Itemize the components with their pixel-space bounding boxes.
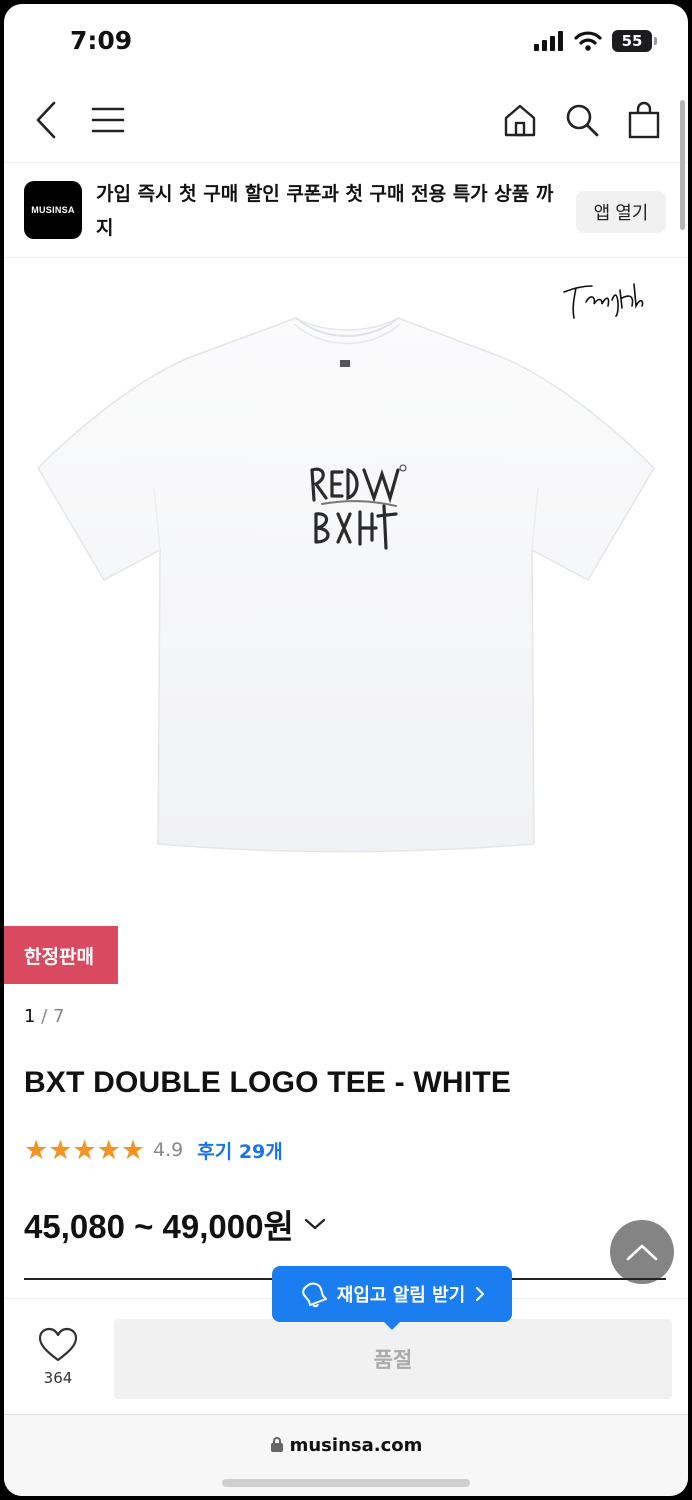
open-app-button[interactable]: 앱 열기 (576, 191, 666, 233)
status-time: 7:09 (70, 26, 133, 55)
star-rating-icon: ★★★★★ (24, 1134, 146, 1166)
status-icons: 55 (534, 30, 657, 52)
page-scrollbar[interactable] (680, 100, 685, 230)
search-icon (566, 104, 599, 137)
image-index: 1 (24, 1006, 36, 1027)
tshirt-illustration (37, 317, 655, 853)
scroll-to-top-button[interactable] (610, 1220, 674, 1284)
product-title: BXT DOUBLE LOGO TEE - WHITE (24, 1066, 512, 1099)
like-count: 364 (43, 1369, 73, 1387)
review-count-link[interactable]: 후기 29개 (197, 1137, 283, 1164)
chevron-down-icon (304, 1218, 325, 1230)
bell-icon (301, 1282, 327, 1308)
home-indicator[interactable] (222, 1479, 470, 1487)
wifi-icon (574, 31, 602, 51)
nav-bar (4, 84, 688, 160)
lock-icon (270, 1437, 283, 1452)
rating-score: 4.9 (153, 1139, 184, 1161)
menu-button[interactable] (86, 98, 130, 142)
home-icon (504, 104, 536, 137)
mobile-screen: 7:09 55 MUSINSA 가입 즉시 첫 구매 할인 쿠폰과 첫 구매 전… (4, 4, 688, 1496)
chevron-up-icon (626, 1244, 658, 1261)
app-banner[interactable]: MUSINSA 가입 즉시 첫 구매 할인 쿠폰과 첫 구매 전용 특가 상품 … (4, 162, 688, 258)
restock-alert-button[interactable]: 재입고 알림 받기 (272, 1266, 512, 1330)
image-total: / 7 (41, 1006, 65, 1027)
home-button[interactable] (498, 98, 542, 142)
image-counter: 1 / 7 (24, 1006, 64, 1027)
chevron-left-icon (36, 101, 56, 139)
hamburger-icon (91, 107, 125, 133)
price-range: 45,080 ~ 49,000원 (24, 1208, 294, 1245)
banner-message: 가입 즉시 첫 구매 할인 쿠폰과 첫 구매 전용 특가 상품 까지 (96, 183, 554, 239)
shopping-bag-icon (628, 101, 660, 139)
limited-sale-badge: 한정판매 (4, 926, 118, 984)
musinsa-logo: MUSINSA (24, 181, 82, 239)
cart-button[interactable] (622, 98, 666, 142)
url-text: musinsa.com (289, 1435, 423, 1456)
search-button[interactable] (560, 98, 604, 142)
rating-row: ★★★★★ 4.9 후기 29개 (24, 1134, 283, 1166)
like-button[interactable]: 364 (30, 1327, 86, 1387)
product-image[interactable] (4, 258, 688, 898)
battery-icon: 55 (612, 30, 657, 52)
signal-icon (534, 31, 563, 51)
soldout-button[interactable]: 품절 (114, 1319, 672, 1399)
url-display[interactable]: musinsa.com (4, 1435, 688, 1456)
browser-url-bar[interactable]: musinsa.com (4, 1414, 688, 1496)
back-button[interactable] (24, 98, 68, 142)
price-row[interactable]: 45,080 ~ 49,000원 (24, 1200, 326, 1248)
status-bar: 7:09 55 (4, 4, 688, 84)
restock-alert-label: 재입고 알림 받기 (336, 1285, 466, 1306)
chevron-right-icon (476, 1287, 485, 1301)
heart-icon (38, 1327, 78, 1362)
